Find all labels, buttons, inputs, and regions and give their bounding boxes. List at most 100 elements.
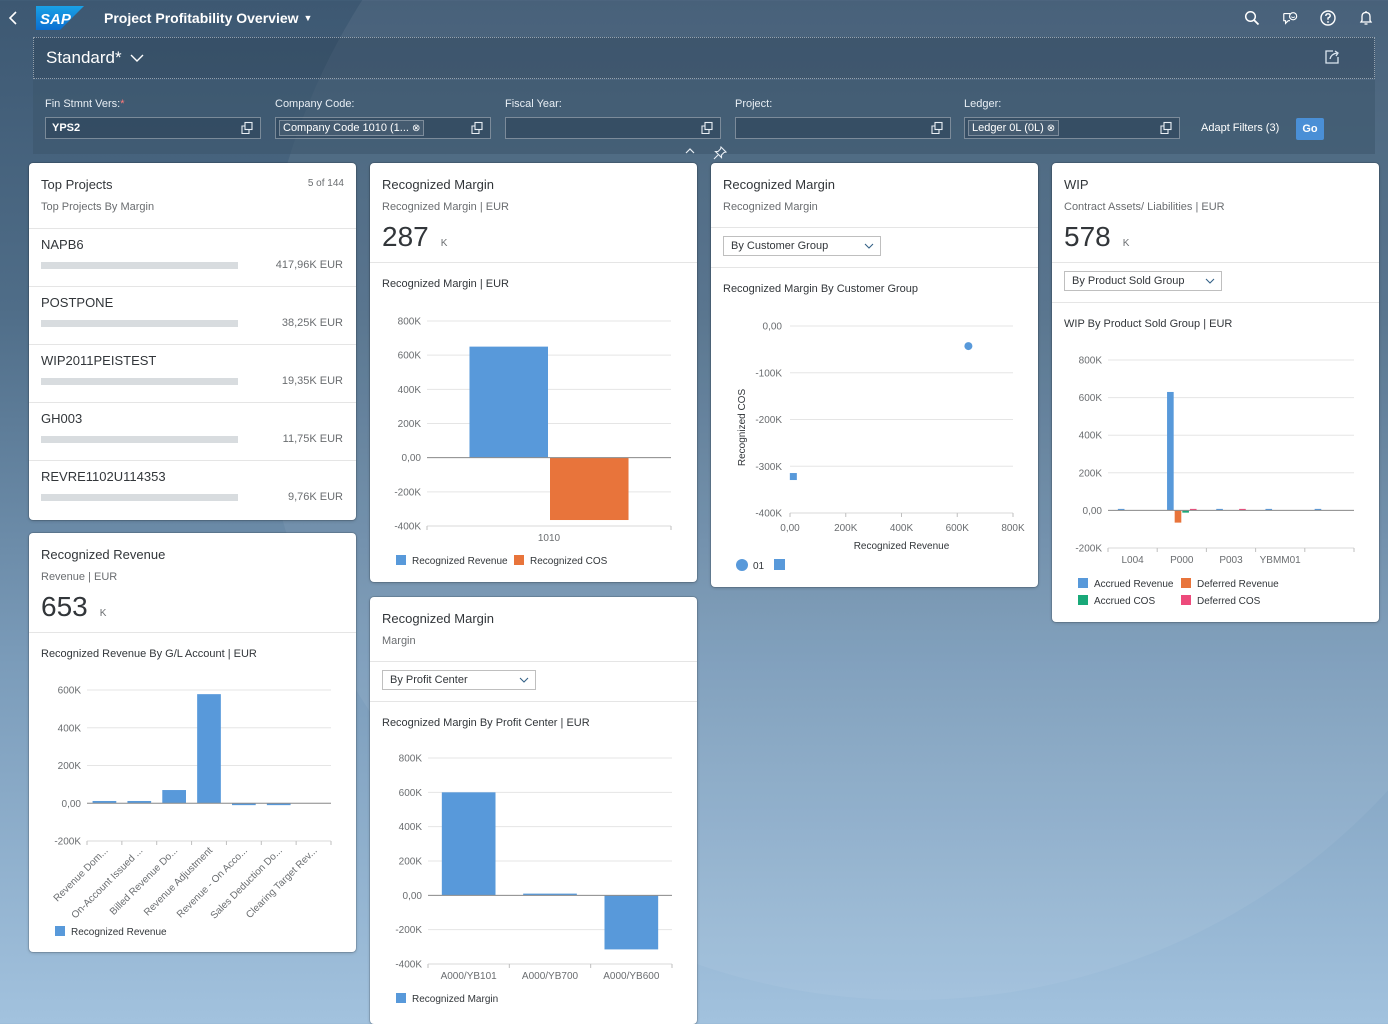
ledger-token[interactable]: Ledger 0L (0L) ⊗ — [968, 120, 1060, 136]
filter-fiscal-year: Fiscal Year: — [505, 98, 721, 139]
pin-header-button[interactable] — [713, 145, 728, 160]
divider — [370, 262, 697, 263]
y-tick-label: -200K — [394, 487, 421, 498]
card-title: Recognized Margin — [723, 177, 836, 192]
legend-label: Accrued Revenue — [1094, 579, 1174, 590]
ledger-input[interactable]: Ledger 0L (0L) ⊗ — [964, 117, 1180, 139]
customer-group-select[interactable]: By Customer Group — [723, 236, 881, 256]
value-help-icon[interactable] — [1159, 121, 1173, 135]
value-help-icon[interactable] — [470, 121, 484, 135]
legend-label: Recognized Revenue — [412, 556, 508, 567]
company-code-token[interactable]: Company Code 1010 (1... ⊗ — [279, 120, 425, 136]
project-list-item[interactable]: POSTPONE 38,25K EUR — [29, 286, 356, 344]
app-title-menu[interactable]: Project Profitability Overview ▼ — [104, 10, 312, 26]
y-tick-label: 200K — [1079, 468, 1103, 479]
adapt-filters-button[interactable]: Adapt Filters (3) — [1201, 122, 1279, 134]
margin-by-customer-group-chart[interactable]: 0,00 -100K -200K -300K -400K 0,00 200K 400K 600K… — [711, 303, 1038, 587]
recognized-margin-profit-center-card: Recognized Margin Margin By Profit Cente… — [370, 597, 697, 1024]
card-title: Recognized Revenue — [41, 547, 166, 562]
filter-label: Ledger: — [964, 98, 1002, 110]
project-list-item[interactable]: GH003 11,75K EUR — [29, 402, 356, 460]
recognized-revenue-card: Recognized Revenue Revenue | EUR 653 K R… — [29, 533, 356, 952]
card-header[interactable]: Recognized Revenue Revenue | EUR 653 K — [29, 533, 356, 632]
y-tick-label: -200K — [395, 925, 422, 936]
legend-swatch — [1078, 595, 1088, 605]
chart-title: Recognized Revenue By G/L Account | EUR — [41, 648, 257, 660]
sap-logo[interactable]: SAP — [36, 6, 84, 30]
search-icon — [1244, 10, 1260, 26]
project-input[interactable] — [735, 117, 951, 139]
x-tick-label: 1010 — [538, 533, 561, 544]
legend-swatch — [1181, 595, 1191, 605]
card-header[interactable]: Recognized Margin Recognized Margin | EU… — [370, 163, 697, 262]
kpi-value: 578 — [1064, 221, 1111, 252]
y-tick-label: 600K — [1079, 393, 1103, 404]
search-button[interactable] — [1244, 10, 1260, 26]
divider — [370, 701, 697, 702]
legend-label: Accrued COS — [1094, 596, 1155, 607]
project-list-item[interactable]: NAPB6 417,96K EUR — [29, 228, 356, 286]
y-tick-label: -400K — [395, 960, 422, 971]
card-subtitle: Contract Assets/ Liabilities | EUR — [1064, 201, 1225, 213]
value-help-icon[interactable] — [240, 121, 254, 135]
shell-bar: SAP Project Profitability Overview ▼ — [0, 0, 1388, 36]
y-tick-label: 200K — [58, 761, 82, 772]
select-row: By Product Sold Group — [1052, 263, 1379, 302]
card-header[interactable]: Recognized Margin Recognized Margin — [711, 163, 1038, 227]
collapse-header-button[interactable] — [683, 147, 697, 161]
bar — [441, 792, 496, 896]
project-list-item[interactable]: REVRE1102U114353 9,76K EUR — [29, 460, 356, 518]
chevron-down-icon — [130, 54, 144, 62]
revenue-by-gl-account-chart[interactable]: 600K400K200K0,00-200KRevenue Dom...On-Ac… — [29, 673, 356, 952]
margin-by-profit-center-chart[interactable]: 800K 600K 400K 200K 0,00 -200K -400K A000/YB101… — [370, 737, 697, 1024]
fiscal-year-input[interactable] — [505, 117, 721, 139]
kpi-value: 653 — [41, 591, 88, 622]
help-button[interactable] — [1320, 10, 1336, 26]
value-help-icon[interactable] — [930, 121, 944, 135]
back-button[interactable] — [2, 0, 24, 36]
filter-project: Project: — [735, 98, 951, 139]
x-tick-label: 0,00 — [780, 523, 800, 534]
product-sold-group-select[interactable]: By Product Sold Group — [1064, 271, 1222, 291]
app-title: Project Profitability Overview — [104, 10, 299, 26]
x-tick-label: A000/YB101 — [441, 971, 498, 982]
chevron-left-icon — [8, 11, 17, 25]
profit-center-select[interactable]: By Profit Center — [382, 670, 536, 690]
fin-stmnt-vers-input[interactable]: YPS2 — [45, 117, 261, 139]
project-name: POSTPONE — [41, 295, 114, 310]
share-button[interactable] — [1324, 49, 1340, 65]
bar — [1174, 510, 1182, 523]
feedback-button[interactable] — [1282, 10, 1298, 26]
notifications-button[interactable] — [1358, 10, 1374, 26]
select-row: By Profit Center — [370, 662, 697, 701]
variant-selector[interactable]: Standard* — [46, 48, 144, 68]
company-code-input[interactable]: Company Code 1010 (1... ⊗ — [275, 117, 491, 139]
kpi: 578 K — [1064, 221, 1367, 253]
y-tick-label: 0,00 — [403, 891, 423, 902]
x-tick-label: Revenue Adjustment — [142, 845, 215, 918]
y-tick-label: 400K — [399, 822, 423, 833]
card-header[interactable]: Recognized Margin Margin — [370, 597, 697, 661]
sap-logo-text: SAP — [40, 11, 72, 28]
x-tick-label: Clearing Target Rev... — [244, 845, 320, 921]
chart-title: Recognized Margin By Customer Group — [723, 283, 919, 295]
card-header[interactable]: WIP Contract Assets/ Liabilities | EUR 5… — [1052, 163, 1379, 262]
token-clear-icon[interactable]: ⊗ — [1047, 123, 1055, 134]
card-subtitle: Recognized Margin | EUR — [382, 201, 509, 213]
go-button[interactable]: Go — [1296, 118, 1324, 140]
recognized-margin-card: Recognized Margin Recognized Margin | EU… — [370, 163, 697, 582]
kpi-unit: K — [99, 608, 107, 619]
project-name: REVRE1102U114353 — [41, 469, 166, 484]
y-tick-label: -100K — [755, 368, 782, 379]
y-tick-label: 600K — [58, 686, 82, 697]
token-clear-icon[interactable]: ⊗ — [412, 123, 420, 134]
card-title: Recognized Margin — [382, 611, 495, 626]
y-tick-label: 400K — [58, 723, 82, 734]
project-value: 9,76K EUR — [287, 491, 343, 503]
card-header[interactable]: Top Projects Top Projects By Margin 5 of… — [29, 163, 356, 228]
value-help-icon[interactable] — [700, 121, 714, 135]
project-list-item[interactable]: WIP2011PEISTEST 19,35K EUR — [29, 344, 356, 402]
margin-by-company-chart[interactable]: 800K 600K 400K 200K 0,00 -200K -400K 1010 Recogn… — [370, 303, 697, 582]
wip-by-product-sold-group-chart[interactable]: 800K 600K 400K 200K 0,00 -200K L004 P000 P003 YBM… — [1052, 338, 1379, 622]
bar — [604, 895, 659, 950]
